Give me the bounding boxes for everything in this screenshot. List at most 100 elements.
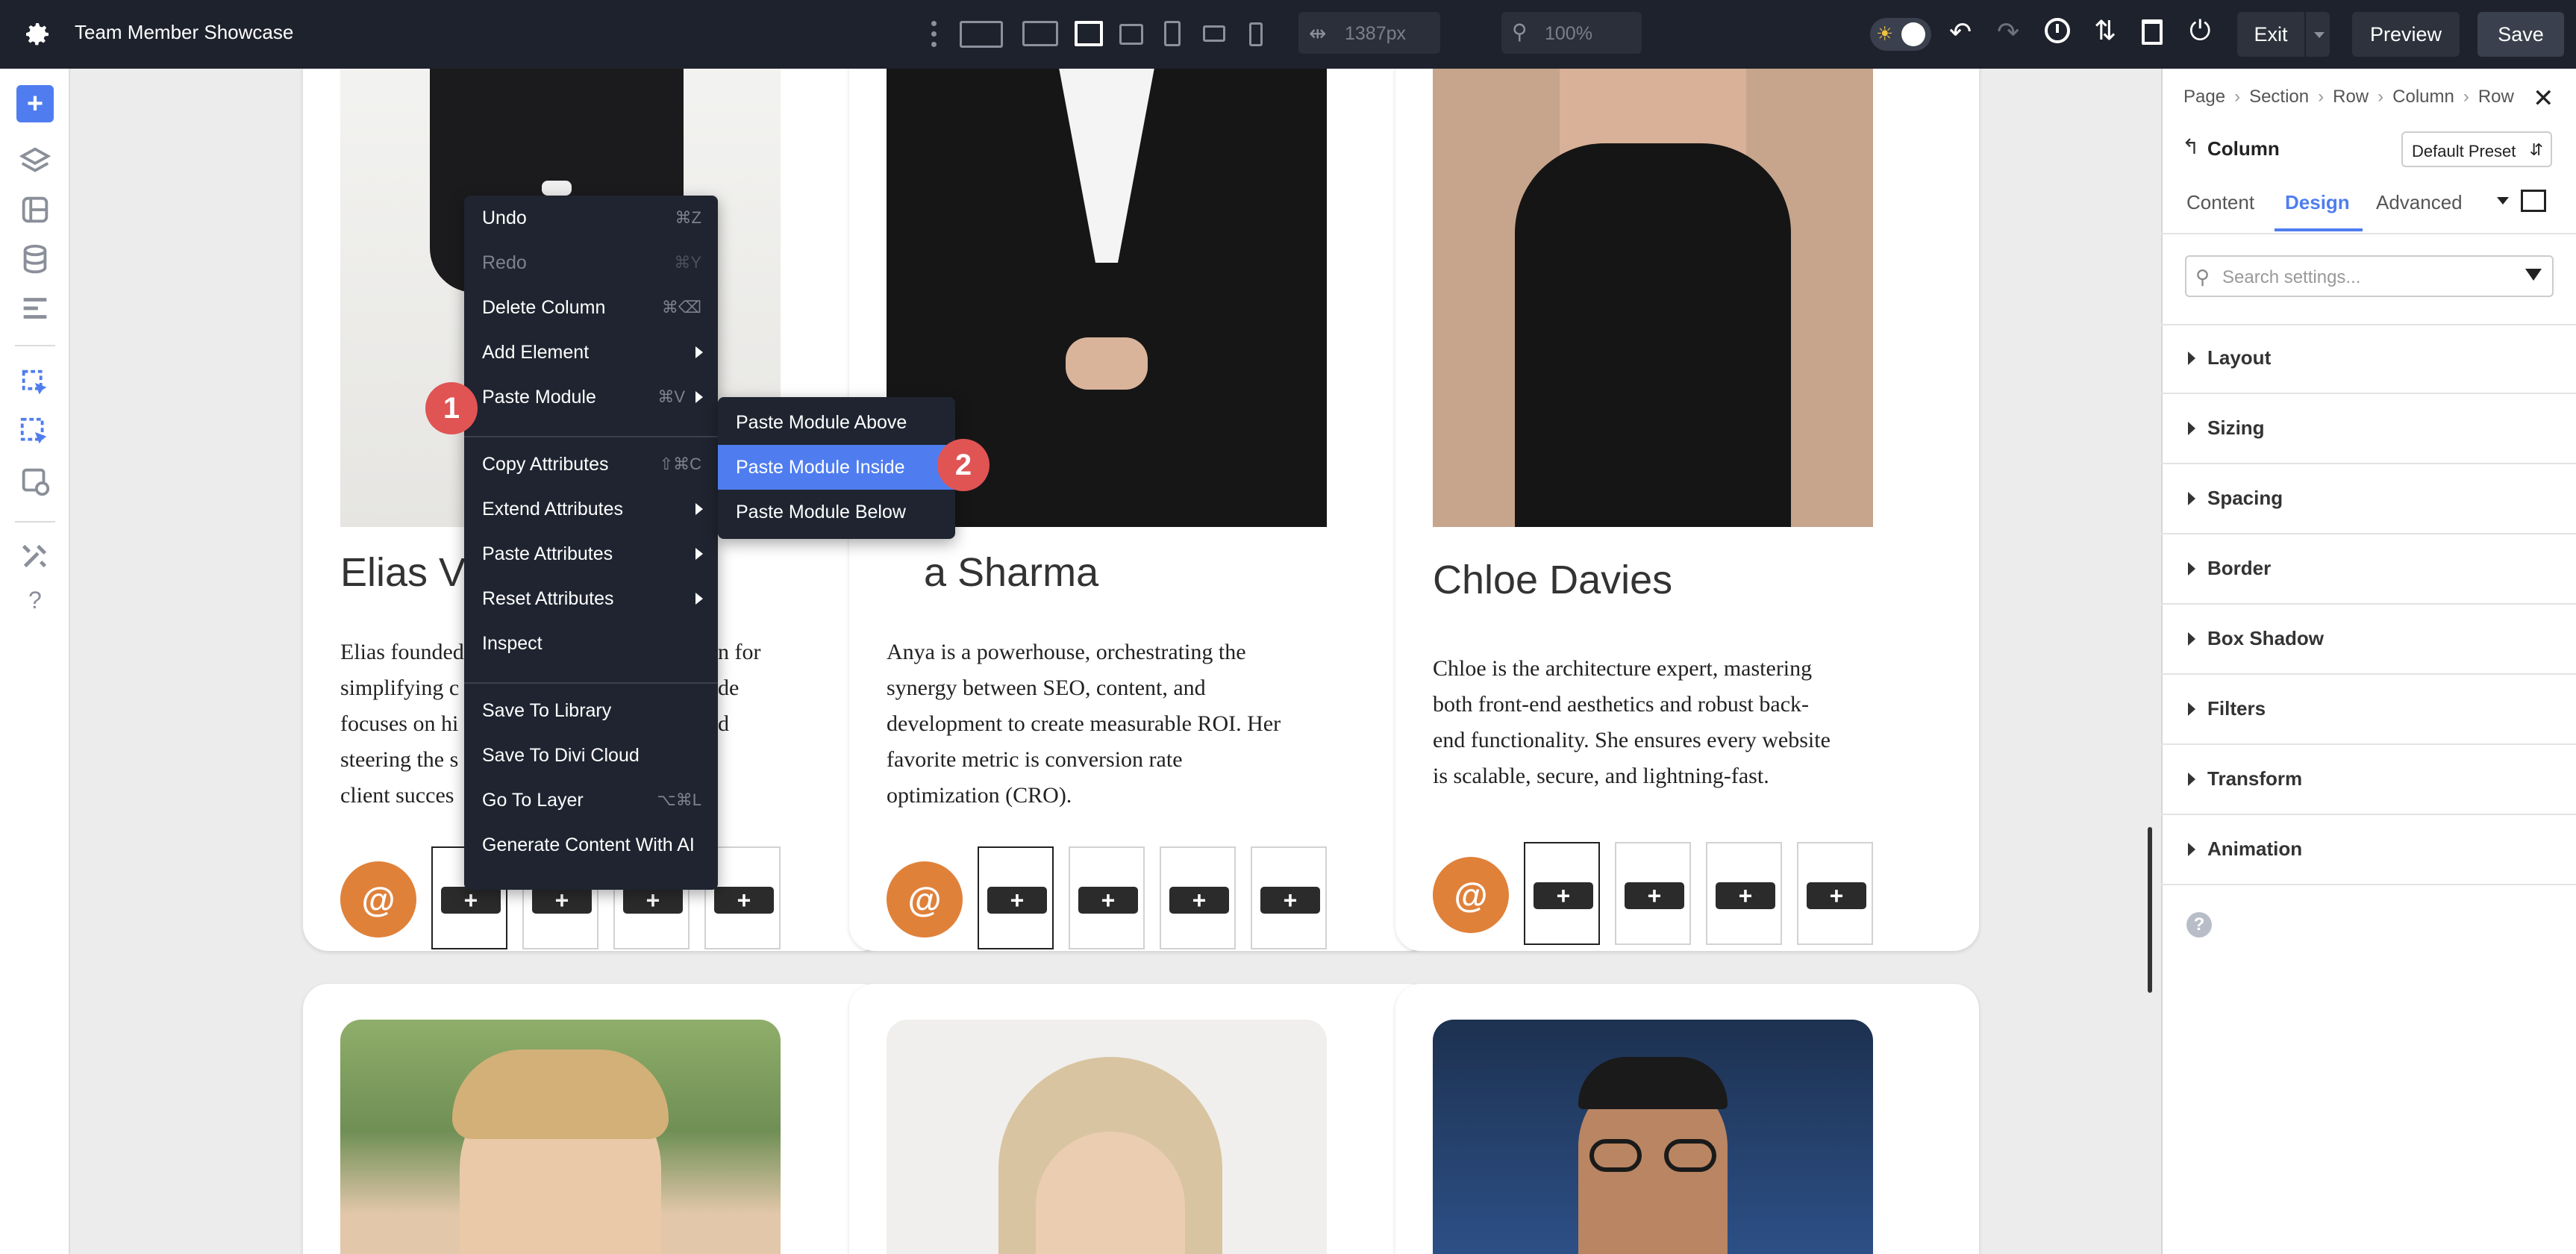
undo-icon[interactable]: ↶ <box>1949 16 1972 48</box>
menu-item-inspect[interactable]: Inspect <box>464 621 718 666</box>
zoom-field[interactable]: ⚲ 100% <box>1501 12 1642 54</box>
phone-view-icon[interactable] <box>1249 22 1263 46</box>
database-icon[interactable] <box>18 242 52 276</box>
laptop-view-icon[interactable] <box>1075 21 1103 46</box>
select-multiple-icon[interactable] <box>18 415 52 449</box>
add-module-button[interactable]: + <box>1625 882 1684 909</box>
section-transform[interactable]: Transform <box>2161 745 2576 815</box>
tab-design[interactable]: Design <box>2285 191 2350 214</box>
theme-builder-icon[interactable] <box>18 193 52 227</box>
panel-help-icon[interactable]: ? <box>2186 912 2212 938</box>
social-slot[interactable]: + <box>1524 842 1600 945</box>
team-card[interactable] <box>303 984 887 1254</box>
preset-selector[interactable]: Default Preset ⇵ <box>2401 131 2552 167</box>
tabs-dropdown-icon[interactable] <box>2497 197 2509 205</box>
add-module-button[interactable]: + <box>1169 887 1229 914</box>
desktop-view-icon[interactable] <box>1022 21 1058 46</box>
theme-toggle[interactable]: ☀ <box>1870 18 1931 51</box>
tablet-landscape-view-icon[interactable] <box>1119 24 1143 45</box>
submenu-item-paste-above[interactable]: Paste Module Above <box>718 400 955 445</box>
layers-icon[interactable] <box>18 143 52 178</box>
menu-item-copy-attributes[interactable]: Copy Attributes ⇧⌘C <box>464 442 718 487</box>
redo-icon[interactable]: ↷ <box>1997 16 2019 48</box>
expand-panel-icon[interactable] <box>2521 190 2546 212</box>
section-filters[interactable]: Filters <box>2161 675 2576 745</box>
social-slot[interactable]: + <box>1615 842 1691 945</box>
trash-icon[interactable] <box>2142 19 2163 45</box>
menu-item-generate-content-ai[interactable]: Generate Content With AI <box>464 823 718 867</box>
more-vertical-icon[interactable] <box>931 19 937 49</box>
social-slot[interactable]: + <box>1706 842 1782 945</box>
add-module-button[interactable]: + <box>623 887 683 914</box>
exit-dropdown-chevron-icon[interactable] <box>2304 12 2330 57</box>
menu-item-redo[interactable]: Redo ⌘Y <box>464 240 718 285</box>
team-card[interactable] <box>1395 984 1979 1254</box>
add-module-button[interactable]: + <box>1534 882 1593 909</box>
add-module-button[interactable]: + <box>441 887 501 914</box>
phone-landscape-view-icon[interactable] <box>1203 25 1225 42</box>
help-icon[interactable]: ? <box>28 587 42 614</box>
add-module-button[interactable]: + <box>1716 882 1775 909</box>
tab-content[interactable]: Content <box>2186 191 2254 214</box>
breadcrumb-item[interactable]: Page <box>2183 87 2225 107</box>
settings-gear-icon[interactable] <box>22 19 52 49</box>
menu-item-go-to-layer[interactable]: Go To Layer ⌥⌘L <box>464 778 718 823</box>
menu-item-paste-attributes[interactable]: Paste Attributes <box>464 531 718 576</box>
close-panel-icon[interactable]: ✕ <box>2533 84 2554 113</box>
menu-item-delete-column[interactable]: Delete Column ⌘⌫ <box>464 285 718 330</box>
menu-item-add-element[interactable]: Add Element <box>464 330 718 375</box>
breadcrumb-item[interactable]: Column <box>2392 87 2454 107</box>
social-slot[interactable]: + <box>1069 846 1145 949</box>
add-module-button[interactable]: + <box>987 887 1047 914</box>
team-card-chloe[interactable]: Chloe Davies Chloe is the architecture e… <box>1395 69 1979 951</box>
breadcrumb-item[interactable]: Row <box>2333 87 2369 107</box>
submenu-item-paste-below[interactable]: Paste Module Below <box>718 490 955 534</box>
menu-item-paste-module[interactable]: Paste Module ⌘V <box>464 375 718 419</box>
section-spacing[interactable]: Spacing <box>2161 464 2576 534</box>
save-button[interactable]: Save <box>2477 12 2564 57</box>
power-icon[interactable]: ⏻ <box>2189 15 2210 47</box>
email-social-button[interactable]: @ <box>1433 857 1509 933</box>
breadcrumb-item[interactable]: Row <box>2478 87 2514 107</box>
add-module-button[interactable]: + <box>714 887 774 914</box>
canvas-width-field[interactable]: ⇹ 1387px <box>1298 12 1440 54</box>
email-social-button[interactable]: @ <box>340 861 416 938</box>
select-element-icon[interactable] <box>18 366 52 400</box>
history-clock-icon[interactable] <box>2045 18 2070 43</box>
add-module-button[interactable]: + <box>1078 887 1138 914</box>
tablet-view-icon[interactable] <box>1164 21 1181 46</box>
page-settings-icon[interactable] <box>18 464 52 499</box>
exit-button[interactable]: Exit <box>2237 12 2330 57</box>
tab-advanced[interactable]: Advanced <box>2376 191 2463 214</box>
menu-item-save-to-divi-cloud[interactable]: Save To Divi Cloud <box>464 733 718 778</box>
sort-arrows-icon[interactable]: ⇅ <box>2094 15 2116 46</box>
email-social-button[interactable]: @ <box>887 861 963 938</box>
add-module-button[interactable]: + <box>532 887 592 914</box>
list-layout-icon[interactable] <box>18 291 52 325</box>
section-animation[interactable]: Animation <box>2161 815 2576 885</box>
social-slot[interactable]: + <box>1160 846 1236 949</box>
team-card[interactable] <box>849 984 1433 1254</box>
section-layout[interactable]: Layout <box>2161 324 2576 394</box>
section-sizing[interactable]: Sizing <box>2161 394 2576 464</box>
settings-search-field[interactable]: ⚲ Search settings... <box>2185 255 2554 297</box>
social-slot[interactable]: + <box>1251 846 1327 949</box>
add-module-button[interactable]: + <box>1260 887 1320 914</box>
filter-icon[interactable] <box>2525 269 2542 281</box>
menu-item-undo[interactable]: Undo ⌘Z <box>464 196 718 240</box>
add-element-button[interactable]: + <box>16 85 54 122</box>
tools-icon[interactable] <box>18 539 52 573</box>
menu-item-extend-attributes[interactable]: Extend Attributes <box>464 487 718 531</box>
preview-button[interactable]: Preview <box>2352 12 2460 57</box>
breadcrumb-item[interactable]: Section <box>2249 87 2309 107</box>
section-box-shadow[interactable]: Box Shadow <box>2161 605 2576 675</box>
social-slot[interactable]: + <box>978 846 1054 949</box>
menu-item-save-to-library[interactable]: Save To Library <box>464 688 718 733</box>
section-border[interactable]: Border <box>2161 534 2576 605</box>
social-slot[interactable]: + <box>1797 842 1873 945</box>
menu-item-reset-attributes[interactable]: Reset Attributes <box>464 576 718 621</box>
desktop-wide-view-icon[interactable] <box>960 21 1003 48</box>
add-module-button[interactable]: + <box>1807 882 1866 909</box>
back-arrow-icon[interactable]: ↰ <box>2182 134 2199 159</box>
canvas-scrollbar[interactable] <box>2148 827 2152 993</box>
